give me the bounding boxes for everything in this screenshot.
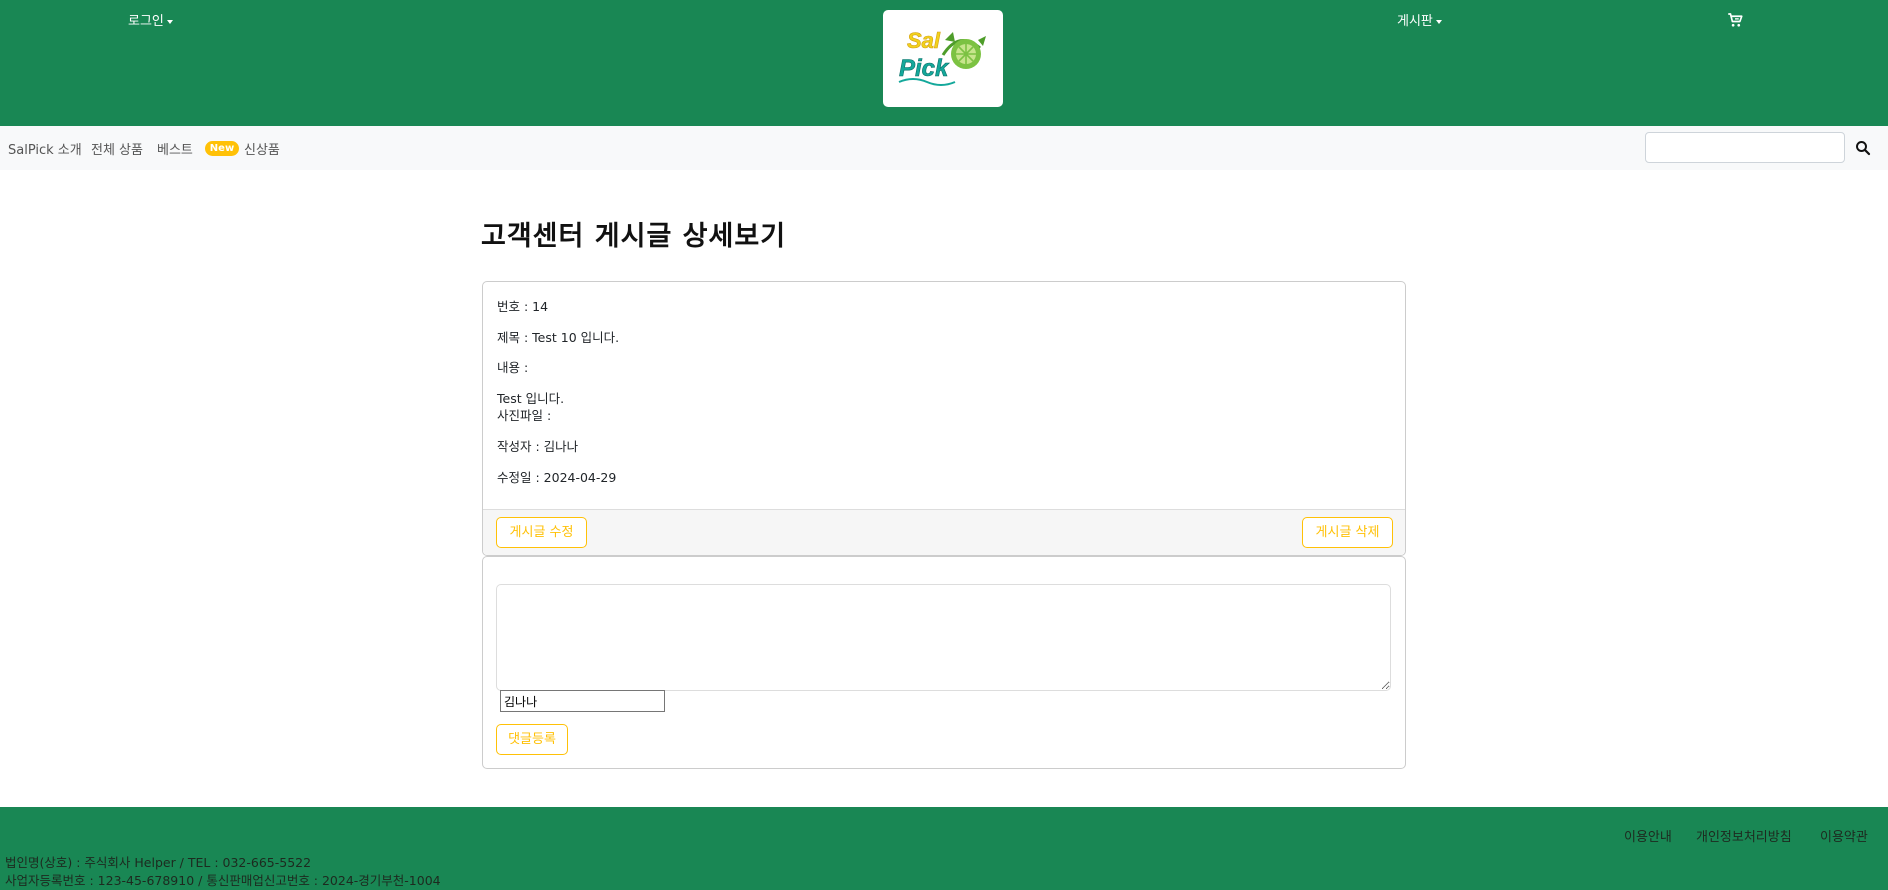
comment-form-card: 댓글등록 [482, 556, 1406, 769]
footer-link-terms[interactable]: 이용약관 [1820, 826, 1868, 845]
board-dropdown[interactable]: 게시판 [1397, 10, 1442, 29]
post-writer: 작성자 : 김나나 [497, 439, 579, 454]
footer-registration-info: 사업자등록번호 : 123-45-678910 / 통신판매업신고번호 : 20… [5, 873, 441, 888]
page-title: 고객센터 게시글 상세보기 [481, 221, 787, 252]
post-content-label: 내용 : [497, 360, 529, 375]
comment-writer-field[interactable] [500, 690, 665, 712]
chevron-down-icon [1435, 19, 1442, 24]
salpick-logo[interactable]: Sal Pick [883, 10, 1003, 107]
top-header: 로그인 Sal Pick 게시판 [0, 0, 1888, 126]
footer-company-info: 법인명(상호) : 주식회사 Helper / TEL : 032-665-55… [5, 855, 312, 870]
footer-link-guide[interactable]: 이용안내 [1624, 826, 1672, 845]
site-footer: 이용안내 개인정보처리방침 이용약관 법인명(상호) : 주식회사 Helper… [0, 807, 1888, 890]
comment-textarea[interactable] [496, 584, 1391, 691]
logo-text-pick: Pick [899, 55, 950, 82]
login-dropdown[interactable]: 로그인 [128, 10, 173, 29]
nav-item-new-products[interactable]: 신상품 [244, 139, 280, 158]
main-navbar [0, 126, 1888, 170]
cart-icon[interactable] [1726, 11, 1744, 33]
nav-item-best[interactable]: 베스트 [157, 139, 193, 158]
post-title: 제목 : Test 10 입니다. [497, 330, 620, 345]
salad-bowl-logo-icon: Sal Pick [898, 28, 986, 86]
nav-item-all-products[interactable]: 전체 상품 [91, 139, 143, 158]
board-label: 게시판 [1397, 14, 1433, 29]
search-input[interactable] [1645, 132, 1845, 163]
post-actions-bar: 게시글 수정 게시글 삭제 [483, 509, 1405, 555]
submit-comment-button[interactable]: 댓글등록 [496, 724, 568, 755]
chevron-down-icon [166, 19, 173, 24]
logo-text-sal: Sal [907, 28, 941, 53]
search-icon[interactable] [1854, 139, 1872, 161]
delete-post-button[interactable]: 게시글 삭제 [1302, 517, 1393, 548]
login-label: 로그인 [128, 14, 164, 29]
post-detail-card: 번호 : 14 제목 : Test 10 입니다. 내용 : Test 입니다.… [482, 281, 1406, 556]
nav-item-about[interactable]: SalPick 소개 [8, 139, 82, 158]
new-badge: New [205, 141, 239, 156]
edit-post-button[interactable]: 게시글 수정 [496, 517, 587, 548]
footer-link-privacy[interactable]: 개인정보처리방침 [1696, 826, 1792, 845]
post-modified-date: 수정일 : 2024-04-29 [497, 470, 617, 485]
post-number: 번호 : 14 [497, 299, 549, 314]
post-photo-label: 사진파일 : [497, 408, 552, 423]
